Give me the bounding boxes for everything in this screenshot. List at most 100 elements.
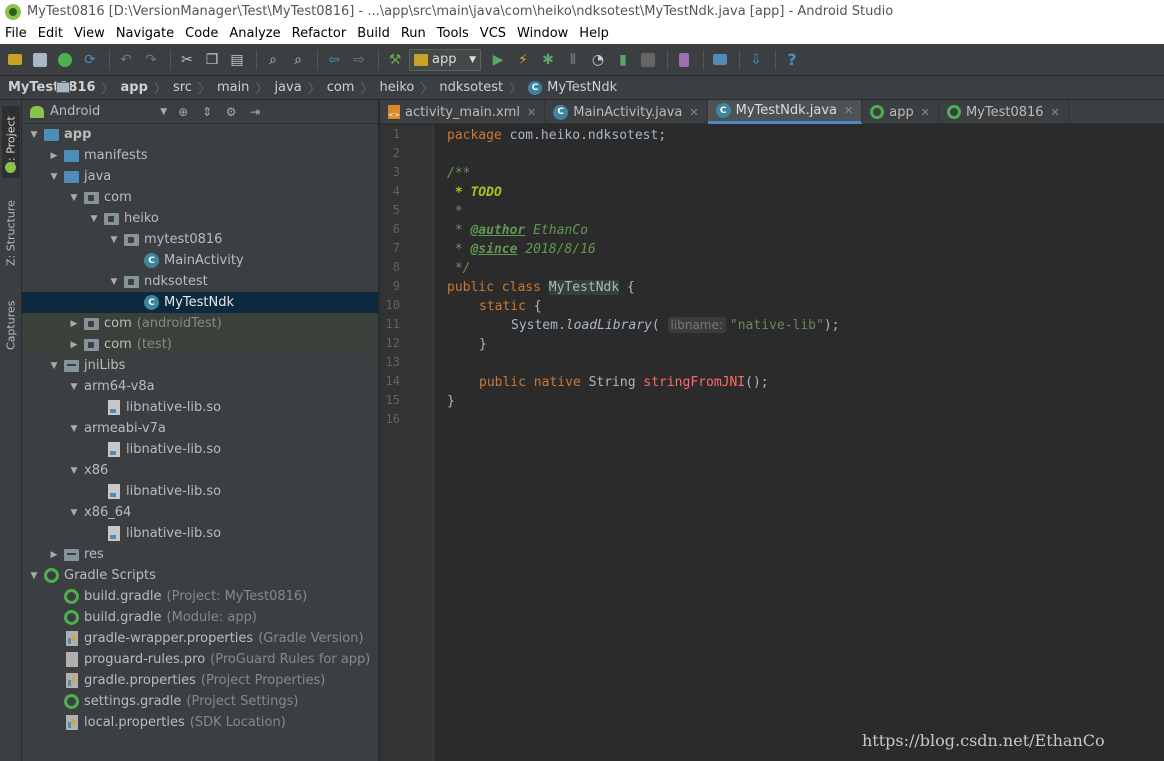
collapse-all-icon[interactable]: ⇕ [199,104,215,120]
find-icon[interactable]: ⌕ [262,49,284,71]
tab-structure[interactable]: Z: Structure [2,192,20,274]
tab-activity-main-xml[interactable]: <> activity_main.xml ✕ [380,100,546,124]
tree-item-proguard[interactable]: proguard-rules.pro (ProGuard Rules for ap… [22,649,378,670]
tab-main-activity[interactable]: C MainActivity.java ✕ [545,100,708,124]
menu-view[interactable]: View [69,23,111,44]
tree-item-arm64[interactable]: ▼ arm64-v8a [22,376,378,397]
expanded-arrow-icon[interactable]: ▼ [68,382,80,392]
expanded-arrow-icon[interactable]: ▼ [48,172,60,182]
project-structure-icon[interactable] [709,49,731,71]
open-folder-icon[interactable] [4,49,26,71]
tree-item-x86-64[interactable]: ▼ x86_64 [22,502,378,523]
run-config-select[interactable]: app ▼ [409,48,481,71]
profile-icon[interactable]: ◔ [587,49,609,71]
menu-help[interactable]: Help [574,23,615,44]
menu-code[interactable]: Code [180,23,224,44]
menu-navigate[interactable]: Navigate [111,23,180,44]
breadcrumb-item[interactable]: com 〉 [56,78,373,97]
tree-item-build-gradle-module[interactable]: build.gradle (Module: app) [22,607,378,628]
back-icon[interactable]: ⇦ [323,49,345,71]
tree-item-build-gradle-project[interactable]: build.gradle (Project: MyTest0816) [22,586,378,607]
tree-item-jni-libs[interactable]: ▼ jniLibs [22,355,378,376]
tree-item-app[interactable]: ▼ app [22,124,378,145]
collapsed-arrow-icon[interactable]: ▶ [48,550,60,560]
breadcrumb-item[interactable]: main 〉 [56,78,268,97]
breadcrumb-item[interactable]: app 〉 [56,78,167,97]
close-icon[interactable]: ✕ [527,106,536,119]
close-icon[interactable]: ✕ [921,106,930,119]
collapsed-arrow-icon[interactable]: ▶ [48,151,60,161]
expanded-arrow-icon[interactable]: ▼ [68,193,80,203]
tree-item-settings-gradle[interactable]: settings.gradle (Project Settings) [22,691,378,712]
tree-item-gradle-scripts[interactable]: ▼ Gradle Scripts [22,565,378,586]
menu-window[interactable]: Window [512,23,574,44]
project-view-select[interactable]: Android [50,104,100,119]
menu-analyze[interactable]: Analyze [224,23,286,44]
tree-item-ndksotest[interactable]: ▼ ndksotest [22,271,378,292]
help-icon[interactable]: ? [781,49,803,71]
tree-item-manifests[interactable]: ▶ manifests [22,145,378,166]
gear-icon[interactable]: ⚙ [223,104,239,120]
expanded-arrow-icon[interactable]: ▼ [48,361,60,371]
debug-icon[interactable]: ✱ [537,49,559,71]
expanded-arrow-icon[interactable]: ▼ [28,571,40,581]
menu-tools[interactable]: Tools [432,23,475,44]
attach-debugger-icon[interactable]: ⫴ [562,49,584,71]
menu-edit[interactable]: Edit [33,23,69,44]
expanded-arrow-icon[interactable]: ▼ [108,277,120,287]
save-icon[interactable] [29,49,51,71]
tree-item-so-file[interactable]: libnative-lib.so [22,523,378,544]
close-icon[interactable]: ✕ [689,106,698,119]
breadcrumb-item[interactable]: C MyTestNdk [528,80,617,95]
tree-item-x86[interactable]: ▼ x86 [22,460,378,481]
make-project-icon[interactable]: ⚒ [384,49,406,71]
breadcrumb-item[interactable]: ndksotest 〉 [56,78,522,97]
breadcrumb-item[interactable]: java 〉 [56,78,321,97]
tree-item-armeabi[interactable]: ▼ armeabi-v7a [22,418,378,439]
apply-changes-icon[interactable]: ⚡ [512,49,534,71]
close-icon[interactable]: ✕ [844,104,853,117]
tab-my-test-ndk[interactable]: C MyTestNdk.java ✕ [707,100,863,124]
tree-item-gradle-wrapper[interactable]: gradle-wrapper.properties (Gradle Version… [22,628,378,649]
attach-process-icon[interactable]: ▮ [612,49,634,71]
expanded-arrow-icon[interactable]: ▼ [68,424,80,434]
menu-file[interactable]: File [0,23,33,44]
close-icon[interactable]: ✕ [1051,106,1060,119]
hide-icon[interactable]: ⇥ [247,104,263,120]
forward-icon[interactable]: ⇨ [348,49,370,71]
breadcrumb-item[interactable]: src 〉 [56,78,211,97]
expanded-arrow-icon[interactable]: ▼ [68,466,80,476]
avd-manager-icon[interactable] [673,49,695,71]
chevron-down-icon[interactable]: ▼ [160,107,167,117]
collapsed-arrow-icon[interactable]: ▶ [68,319,80,329]
editor-gutter[interactable]: 1 2 3 4 5 6 7 8 9 10 11 12 13 14 15 16 [380,125,445,761]
cut-icon[interactable]: ✂ [176,49,198,71]
tree-item-mytest0816[interactable]: ▼ mytest0816 [22,229,378,250]
tree-item-gradle-properties[interactable]: gradle.properties (Project Properties) [22,670,378,691]
scroll-from-source-icon[interactable]: ⊕ [175,104,191,120]
tree-item-main-activity[interactable]: C MainActivity [22,250,378,271]
collapsed-arrow-icon[interactable]: ▶ [68,340,80,350]
menu-build[interactable]: Build [352,23,396,44]
tree-item-so-file[interactable]: libnative-lib.so [22,397,378,418]
breadcrumb-item[interactable]: heiko 〉 [56,78,433,97]
tree-item-com[interactable]: ▼ com [22,187,378,208]
tree-item-res[interactable]: ▶ res [22,544,378,565]
expanded-arrow-icon[interactable]: ▼ [108,235,120,245]
expanded-arrow-icon[interactable]: ▼ [88,214,100,224]
tree-item-my-test-ndk[interactable]: C MyTestNdk [22,292,378,313]
menu-refactor[interactable]: Refactor [287,23,353,44]
tab-project-gradle[interactable]: MyTest0816 ✕ [939,100,1069,124]
tab-captures[interactable]: Captures [2,290,20,360]
stop-icon[interactable] [637,49,659,71]
tree-item-local-properties[interactable]: local.properties (SDK Location) [22,712,378,733]
tree-item-so-file[interactable]: libnative-lib.so [22,439,378,460]
expanded-arrow-icon[interactable]: ▼ [28,130,40,140]
menu-run[interactable]: Run [396,23,432,44]
redo-icon[interactable]: ↷ [140,49,162,71]
tree-item-com-android-test[interactable]: ▶ com (androidTest) [22,313,378,334]
tree-item-heiko[interactable]: ▼ heiko [22,208,378,229]
code-editor[interactable]: package com.heiko.ndksotest; /** * TODO … [435,125,1164,761]
tree-item-so-file[interactable]: libnative-lib.so [22,481,378,502]
tree-item-java[interactable]: ▼ java [22,166,378,187]
